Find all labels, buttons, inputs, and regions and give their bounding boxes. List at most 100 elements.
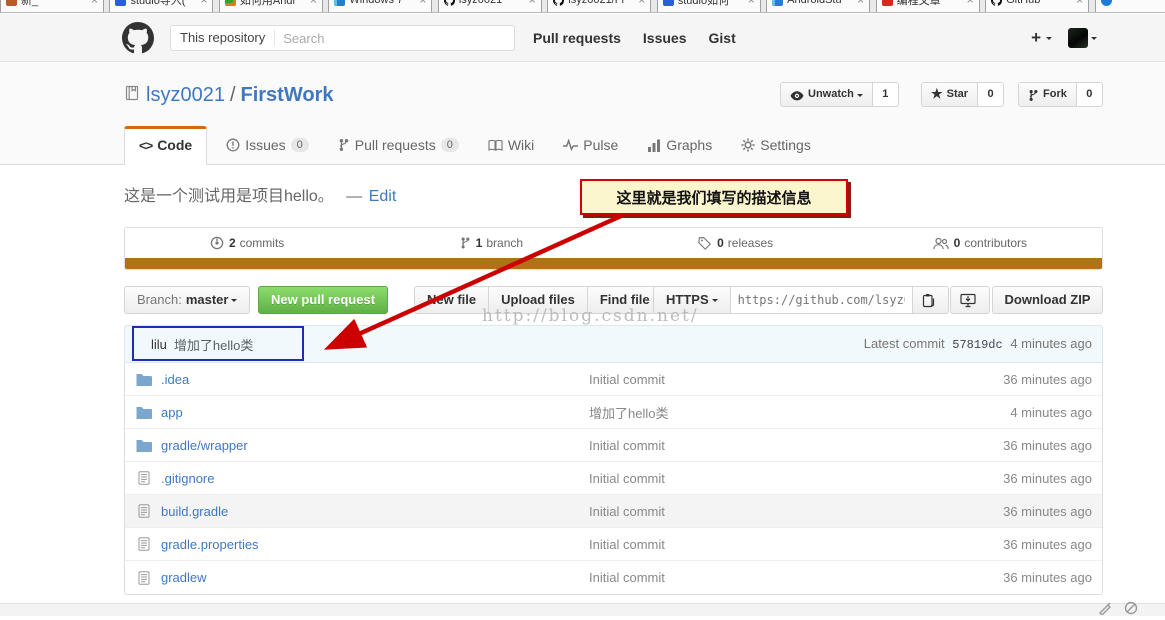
commit-message-link[interactable]: Initial commit <box>589 471 665 486</box>
tab-wiki[interactable]: Wiki <box>478 127 544 164</box>
tab-close-icon[interactable]: × <box>91 0 98 7</box>
tab-close-icon[interactable]: × <box>529 0 536 7</box>
watch-count[interactable]: 1 <box>873 82 899 107</box>
table-row: app 增加了hello类 4 minutes ago <box>125 396 1102 429</box>
commit-message-link[interactable]: 增加了hello类 <box>174 335 253 354</box>
tab-close-icon[interactable]: × <box>419 0 426 7</box>
search-input[interactable] <box>275 31 514 46</box>
browser-bottom-strip <box>0 603 1165 616</box>
nav-issues[interactable]: Issues <box>643 30 687 46</box>
issues-count-badge: 0 <box>291 138 309 152</box>
file-time: 36 minutes ago <box>912 537 1102 552</box>
header-nav: Pull requests Issues Gist <box>533 14 758 62</box>
avatar[interactable] <box>1068 28 1088 48</box>
commit-message-link[interactable]: Initial commit <box>589 537 665 552</box>
file-link[interactable]: .idea <box>161 372 189 387</box>
caret-down-icon[interactable] <box>1091 37 1097 43</box>
tab-code-label: Code <box>157 137 192 153</box>
tab-close-icon[interactable]: × <box>1076 0 1083 7</box>
fork-count[interactable]: 0 <box>1077 82 1103 107</box>
unwatch-button[interactable]: Unwatch <box>780 82 873 107</box>
file-icon <box>135 504 152 518</box>
tab-graphs[interactable]: Graphs <box>637 127 722 164</box>
file-link[interactable]: .gitignore <box>161 471 214 486</box>
file-link[interactable]: gradlew <box>161 570 207 585</box>
star-button-group: ★ Star 0 <box>921 82 1004 107</box>
browser-tab[interactable]: 编程文章 × <box>876 0 980 13</box>
file-table: .idea Initial commit 36 minutes ago app … <box>124 363 1103 595</box>
edit-description-link[interactable]: Edit <box>369 188 397 205</box>
commit-sha-link[interactable]: 57819dc <box>952 338 1002 352</box>
tab-code[interactable]: <> Code <box>124 126 207 165</box>
new-pull-request-button[interactable]: New pull request <box>258 286 388 314</box>
plus-icon[interactable]: + <box>1031 28 1041 48</box>
nav-pull-requests[interactable]: Pull requests <box>533 30 621 46</box>
commit-message-link[interactable]: Initial commit <box>589 372 665 387</box>
commit-message-link[interactable]: Initial commit <box>589 438 665 453</box>
tab-close-icon[interactable]: × <box>967 0 974 7</box>
file-link[interactable]: gradle.properties <box>161 537 259 552</box>
tab-issues[interactable]: Issues 0 <box>216 127 319 164</box>
file-link[interactable]: app <box>161 405 183 420</box>
commits-icon <box>210 236 224 250</box>
nav-gist[interactable]: Gist <box>709 30 736 46</box>
tab-close-icon[interactable]: × <box>310 0 317 7</box>
download-zip-button[interactable]: Download ZIP <box>992 286 1103 314</box>
tab-close-icon[interactable]: × <box>857 0 864 7</box>
eye-icon <box>790 90 804 102</box>
browser-tab[interactable]: Windows 7 × <box>328 0 432 13</box>
browser-tab[interactable] <box>1095 0 1165 13</box>
browser-tab[interactable]: lsyz0021/Fi × <box>547 0 651 13</box>
commit-message-link[interactable]: Initial commit <box>589 570 665 585</box>
caret-down-icon[interactable] <box>1046 37 1052 43</box>
branches-stat[interactable]: 1 branch <box>369 228 613 258</box>
branch-selector[interactable]: Branch: master <box>124 286 250 314</box>
branch-selector-label: Branch: <box>137 287 182 313</box>
github-favicon <box>991 0 1002 6</box>
clone-in-desktop-button[interactable] <box>950 286 990 314</box>
browser-tab[interactable]: 新_ × <box>0 0 104 13</box>
releases-stat[interactable]: 0 releases <box>614 228 858 258</box>
star-button[interactable]: ★ Star <box>921 82 978 107</box>
search-box[interactable]: This repository <box>170 25 515 51</box>
contributors-stat[interactable]: 0 contributors <box>858 228 1102 258</box>
repo-name-link[interactable]: FirstWork <box>241 84 334 107</box>
file-link[interactable]: build.gradle <box>161 504 228 519</box>
browser-tab[interactable]: GitHub × <box>985 0 1089 13</box>
repo-owner-link[interactable]: lsyz0021 <box>146 84 225 107</box>
caret-down-icon <box>231 299 237 305</box>
github-favicon <box>444 0 455 6</box>
browser-tab[interactable]: AndroidStu × <box>766 0 870 13</box>
star-icon: ★ <box>931 82 943 105</box>
contributors-label: contributors <box>964 236 1027 250</box>
folder-icon <box>135 373 152 386</box>
fork-button[interactable]: Fork <box>1018 82 1077 107</box>
language-bar[interactable] <box>125 258 1102 269</box>
tab-close-icon[interactable]: × <box>200 0 207 7</box>
browser-tab[interactable]: lsyz0021 × <box>438 0 542 13</box>
pulse-icon <box>563 139 578 151</box>
table-row: gradle.properties Initial commit 36 minu… <box>125 528 1102 561</box>
tab-close-icon[interactable]: × <box>748 0 755 7</box>
tab-pulse[interactable]: Pulse <box>553 127 628 164</box>
copy-to-clipboard-button[interactable] <box>912 286 949 314</box>
commit-message-link[interactable]: Initial commit <box>589 504 665 519</box>
new-file-button[interactable]: New file <box>414 286 489 314</box>
clone-url-input[interactable] <box>731 293 912 307</box>
browser-tab-strip: 新_ × studio导入( × 如何用Andr × Windows 7 × l… <box>0 0 1165 13</box>
browser-tab[interactable]: 如何用Andr × <box>219 0 323 13</box>
repo-description: 这是一个测试用是项目hello。 — Edit <box>124 182 396 206</box>
tab-settings[interactable]: Settings <box>731 127 821 164</box>
browser-tab[interactable]: studio导入( × <box>109 0 213 13</box>
tab-title: Windows 7 <box>349 0 415 6</box>
github-logo-icon[interactable] <box>122 22 154 54</box>
tab-pull-requests[interactable]: Pull requests 0 <box>328 127 469 164</box>
graphs-icon <box>647 139 661 152</box>
file-link[interactable]: gradle/wrapper <box>161 438 248 453</box>
commit-author-link[interactable]: lilu <box>151 337 167 352</box>
star-count[interactable]: 0 <box>978 82 1004 107</box>
tab-close-icon[interactable]: × <box>638 0 645 7</box>
browser-tab[interactable]: studio如何 × <box>657 0 761 13</box>
commit-message-link[interactable]: 增加了hello类 <box>589 406 668 421</box>
commits-stat[interactable]: 2 commits <box>125 228 369 258</box>
